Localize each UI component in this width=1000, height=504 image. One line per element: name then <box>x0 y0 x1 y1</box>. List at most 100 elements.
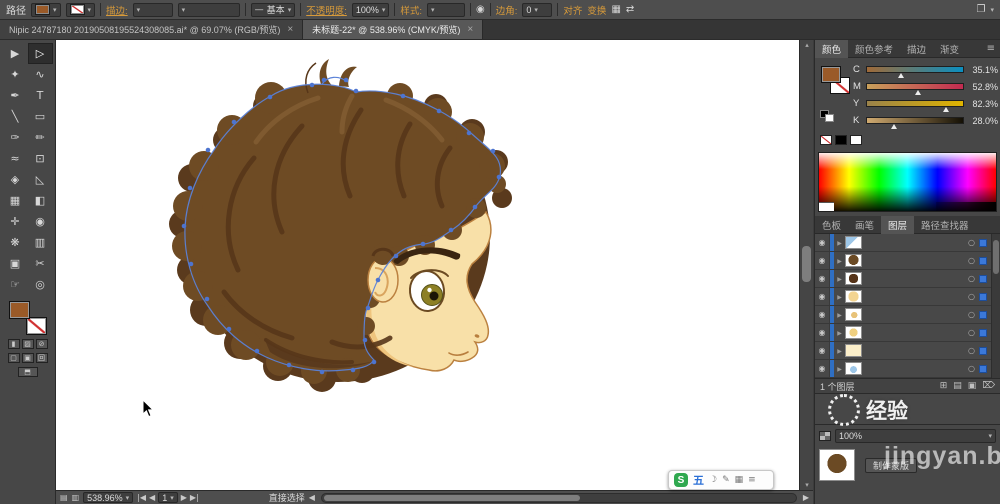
recolor-artwork-icon[interactable]: ◉ <box>476 4 485 15</box>
perspective-grid-tool[interactable]: ◺ <box>28 169 53 190</box>
fill-color-chip[interactable] <box>821 66 841 83</box>
layer-row[interactable] <box>815 252 991 270</box>
artboard-grid-icon[interactable]: ▥ <box>72 493 80 502</box>
disclosure-icon[interactable] <box>834 327 845 338</box>
next-artboard-icon[interactable]: ▶ <box>181 493 187 502</box>
visibility-eye-icon[interactable] <box>815 270 830 287</box>
panel-menu-icon[interactable]: ≡ <box>982 43 1000 54</box>
object-thumbnail[interactable] <box>819 449 855 481</box>
artboard-tool[interactable]: ▣ <box>3 253 28 274</box>
white-color-chip[interactable] <box>850 135 862 145</box>
visibility-eye-icon[interactable] <box>815 306 830 323</box>
visibility-eye-icon[interactable] <box>815 252 830 269</box>
layers-scrollbar[interactable] <box>991 234 1000 378</box>
disclosure-icon[interactable] <box>834 237 845 248</box>
collect-icon[interactable]: ⊞ <box>940 381 948 391</box>
workspace-icon[interactable]: ❐ <box>977 4 986 15</box>
zoom-dropdown[interactable]: 538.96% <box>83 492 134 503</box>
prev-artboard-icon[interactable]: ◀ <box>149 493 155 502</box>
layer-row[interactable] <box>815 288 991 306</box>
new-layer-icon[interactable]: ▣ <box>968 381 977 391</box>
width-profile-dropdown[interactable] <box>177 2 240 17</box>
scroll-down-icon[interactable]: ▾ <box>800 481 814 489</box>
color-spectrum-bar[interactable] <box>818 152 997 212</box>
gradient-tool[interactable]: ◧ <box>28 190 53 211</box>
disclosure-icon[interactable] <box>834 291 845 302</box>
target-circle-icon[interactable] <box>965 255 978 266</box>
gradient-mode-button[interactable]: ▨ <box>21 339 34 349</box>
opacity-panel-link[interactable]: 不透明度: <box>306 3 347 17</box>
disclosure-icon[interactable] <box>834 255 845 266</box>
tab-gradient[interactable]: 渐变 <box>933 40 966 58</box>
fill-color-proxy[interactable] <box>8 301 30 319</box>
layer-row[interactable] <box>815 342 991 360</box>
scroll-left-icon[interactable]: ◀ <box>309 493 315 502</box>
ime-mode-label[interactable]: 五 <box>693 472 704 488</box>
artwork-cartoon-boy-head[interactable] <box>56 40 799 490</box>
artboard-nav-icon[interactable]: ▤ <box>60 493 68 502</box>
ime-moon-icon[interactable]: ☽ <box>709 475 717 485</box>
selection-indicator[interactable] <box>979 328 987 337</box>
draw-behind-button[interactable]: ▣ <box>21 353 34 363</box>
paintbrush-tool[interactable]: ✑ <box>3 127 28 148</box>
width-tool[interactable]: ≈ <box>3 148 28 169</box>
ime-settings-icon[interactable]: ≡ <box>748 475 756 485</box>
slider-marker[interactable] <box>942 107 949 112</box>
new-sublayer-icon[interactable]: ▤ <box>953 381 962 391</box>
scrollbar-thumb[interactable] <box>802 246 811 282</box>
slider-marker[interactable] <box>914 90 921 95</box>
ime-logo[interactable]: S <box>674 473 688 487</box>
selection-indicator[interactable] <box>979 310 987 319</box>
selection-indicator[interactable] <box>979 238 987 247</box>
target-circle-icon[interactable] <box>965 345 978 356</box>
cyan-slider[interactable] <box>866 66 964 78</box>
disclosure-icon[interactable] <box>834 363 845 374</box>
more-options-icon[interactable] <box>990 4 994 15</box>
tab-color-guide[interactable]: 颜色参考 <box>848 40 900 58</box>
line-segment-tool[interactable]: ╲ <box>3 106 28 127</box>
draw-inside-button[interactable]: 回 <box>35 353 48 363</box>
stroke-color-proxy[interactable] <box>25 317 47 335</box>
stroke-panel-link[interactable]: 描边: <box>106 3 128 17</box>
tab-layers[interactable]: 图层 <box>881 215 915 234</box>
last-artboard-icon[interactable]: ▶| <box>190 493 199 502</box>
isolate-icon[interactable]: ▦ <box>611 4 620 15</box>
magenta-slider[interactable] <box>866 83 964 95</box>
opacity-dropdown[interactable]: 100% <box>351 2 390 17</box>
target-circle-icon[interactable] <box>965 237 978 248</box>
selection-indicator[interactable] <box>979 364 987 373</box>
stroke-weight-dropdown[interactable] <box>132 2 173 17</box>
document-tab-2[interactable]: 未标题-22* @ 538.96% (CMYK/预览) <box>303 20 484 39</box>
layer-row[interactable] <box>815 360 991 378</box>
canvas-vertical-scrollbar[interactable]: ▴ ▾ <box>799 40 813 490</box>
shape-builder-tool[interactable]: ◈ <box>3 169 28 190</box>
pencil-tool[interactable]: ✏ <box>28 127 53 148</box>
target-circle-icon[interactable] <box>965 327 978 338</box>
visibility-eye-icon[interactable] <box>815 342 830 359</box>
mesh-tool[interactable]: ▦ <box>3 190 28 211</box>
target-circle-icon[interactable] <box>965 291 978 302</box>
eyedropper-tool[interactable]: ✛ <box>3 211 28 232</box>
artboard-number-field[interactable]: 1 <box>158 492 178 503</box>
tab-stroke[interactable]: 描边 <box>900 40 933 58</box>
style-dropdown[interactable] <box>427 2 466 17</box>
canvas-horizontal-scrollbar[interactable] <box>320 492 797 503</box>
disclosure-icon[interactable] <box>834 309 845 320</box>
black-slider[interactable] <box>866 117 964 129</box>
default-colors-chip[interactable] <box>820 110 836 122</box>
blend-tool[interactable]: ◉ <box>28 211 53 232</box>
target-circle-icon[interactable] <box>965 273 978 284</box>
visibility-eye-icon[interactable] <box>815 234 830 251</box>
corner-dropdown[interactable]: 0 <box>522 2 553 17</box>
artboard-canvas[interactable] <box>56 40 799 490</box>
scrollbar-thumb[interactable] <box>993 240 999 274</box>
brush-definition-dropdown[interactable]: — 基本 <box>250 2 296 17</box>
symbol-sprayer-tool[interactable]: ❋ <box>3 232 28 253</box>
disclosure-icon[interactable] <box>834 273 845 284</box>
direct-selection-tool[interactable]: ▷ <box>27 43 53 64</box>
document-tab-1[interactable]: Nipic 24787180 20190508195524308085.ai* … <box>0 20 304 39</box>
make-mask-button[interactable]: 制作蒙版 <box>865 458 918 473</box>
layer-row[interactable] <box>815 234 991 252</box>
hand-tool[interactable]: ☞ <box>3 274 28 295</box>
rectangle-tool[interactable]: ▭ <box>28 106 53 127</box>
